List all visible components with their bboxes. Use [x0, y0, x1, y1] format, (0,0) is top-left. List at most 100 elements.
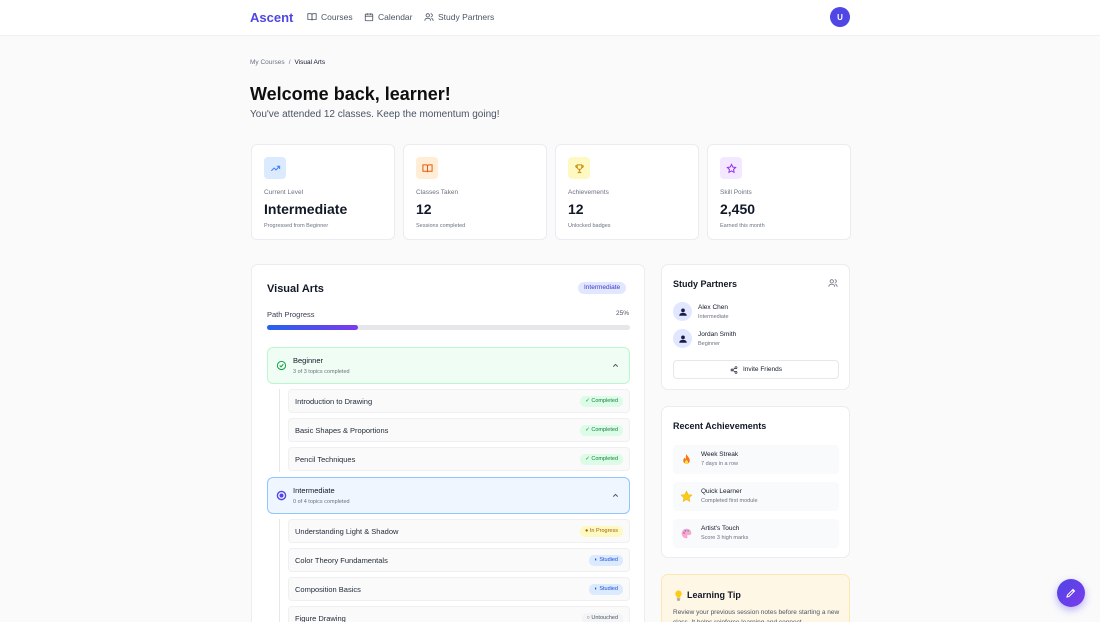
learning-tip-card: Learning Tip Review your previous sessio… [661, 574, 850, 622]
path-progress-label: Path Progress [267, 310, 315, 319]
user-icon [678, 334, 687, 343]
stat-value: 12 [416, 201, 432, 217]
achievement-item[interactable]: Artist's Touch Score 3 high marks [673, 519, 839, 548]
avatar[interactable] [673, 302, 692, 321]
achievement-name: Artist's Touch [701, 525, 740, 532]
path-progress-percent: 25% [616, 310, 630, 317]
fire-icon [683, 454, 690, 464]
level-badge: Intermediate [578, 282, 627, 294]
achievement-item[interactable]: Quick Learner Completed first module [673, 482, 839, 511]
nav-calendar-label: Calendar [378, 12, 413, 22]
calendar-icon [364, 13, 374, 22]
partner-level: Beginner [698, 341, 721, 347]
stat-value: 2,450 [720, 201, 756, 217]
topic-item[interactable]: Introduction to Drawing ✓ Completed [288, 389, 630, 413]
stat-sub: Sessions completed [416, 223, 466, 229]
topic-name: Basic Shapes & Proportions [295, 426, 389, 435]
chevron-up-icon[interactable] [611, 361, 620, 370]
avatar[interactable] [673, 329, 692, 348]
stat-label: Achievements [568, 189, 609, 196]
topic-item[interactable]: Basic Shapes & Proportions ✓ Completed [288, 418, 630, 442]
partner-name[interactable]: Jordan Smith [698, 331, 736, 338]
stat-sub: Progressed from Beginner [264, 223, 329, 229]
study-partners-card: Study Partners Alex Chen Intermediate Jo… [661, 264, 850, 390]
nav-courses[interactable]: Courses [307, 12, 353, 22]
stat-value: Intermediate [264, 201, 348, 217]
topic-rail [279, 389, 280, 472]
edit-fab-button[interactable] [1057, 579, 1085, 607]
topic-name: Pencil Techniques [295, 455, 356, 464]
trending-up-icon [270, 165, 280, 171]
stat-card-current-level: Current Level Intermediate Progressed fr… [251, 144, 395, 240]
study-partners-title: Study Partners [673, 279, 738, 289]
stat-card-classes-taken: Classes Taken 12 Sessions completed [403, 144, 547, 240]
recent-achievements-card: Recent Achievements Week Streak 7 days i… [661, 406, 850, 558]
user-avatar[interactable]: U [830, 7, 850, 27]
topic-name: Color Theory Fundamentals [295, 556, 388, 565]
topic-item[interactable]: Pencil Techniques ✓ Completed [288, 447, 630, 471]
stat-card-achievements: Achievements 12 Unlocked badges [555, 144, 699, 240]
topic-name: Introduction to Drawing [295, 397, 373, 406]
topic-name: Composition Basics [295, 585, 361, 594]
book-icon [307, 13, 317, 21]
topic-item[interactable]: Figure Drawing ○ Untouched [288, 606, 630, 622]
topic-name: Figure Drawing [295, 614, 346, 622]
stat-sub: Unlocked badges [568, 223, 611, 229]
learning-tip-text: Review your previous session notes befor… [673, 609, 840, 622]
stat-value: 12 [568, 201, 584, 217]
status-badge: ✓ Completed [580, 454, 623, 465]
partner-name[interactable]: Alex Chen [698, 304, 728, 311]
page-subtitle: You've attended 12 classes. Keep the mom… [250, 109, 500, 120]
section-intermediate[interactable]: Intermediate 0 of 4 topics completed [267, 477, 630, 514]
radio-current-icon [276, 490, 287, 501]
stat-icon-box [264, 157, 286, 179]
breadcrumb-my-courses[interactable]: My Courses [250, 59, 285, 66]
section-title: Beginner [293, 356, 324, 365]
invite-friends-button[interactable]: Invite Friends [673, 360, 839, 379]
breadcrumb-current: Visual Arts [294, 59, 326, 66]
nav-courses-label: Courses [321, 12, 353, 22]
nav-study-partners-label: Study Partners [438, 12, 495, 22]
page-title: Welcome back, learner! [250, 84, 451, 104]
chevron-up-icon[interactable] [611, 491, 620, 500]
recent-achievements-title: Recent Achievements [673, 421, 767, 431]
share-icon [730, 365, 738, 374]
status-badge: ○ Untouched [581, 613, 623, 622]
users-icon [424, 13, 434, 21]
section-beginner[interactable]: Beginner 3 of 3 topics completed [267, 347, 630, 384]
topic-item[interactable]: Composition Basics ◐ Studied [288, 577, 630, 601]
nav-study-partners[interactable]: Study Partners [424, 12, 494, 22]
users-icon[interactable] [828, 278, 838, 288]
stat-label: Current Level [264, 189, 304, 196]
achievement-name: Quick Learner [701, 488, 742, 495]
star-emoji-icon [680, 490, 693, 502]
nav-calendar[interactable]: Calendar [364, 12, 413, 22]
topic-item[interactable]: Understanding Light & Shadow ● In Progre… [288, 519, 630, 543]
path-progress-bar [267, 325, 630, 330]
palette-icon [681, 528, 692, 539]
invite-friends-label: Invite Friends [742, 366, 783, 373]
check-circle-icon [276, 360, 287, 371]
status-badge: ◐ Studied [589, 584, 623, 595]
status-badge: ◐ Studied [589, 555, 623, 566]
achievement-desc: Completed first module [701, 498, 758, 504]
pencil-icon [1066, 588, 1076, 598]
topic-rail [279, 519, 280, 622]
brand-logo[interactable]: Ascent [250, 10, 293, 25]
topic-item[interactable]: Color Theory Fundamentals ◐ Studied [288, 548, 630, 572]
stat-label: Skill Points [720, 189, 752, 196]
section-sub: 3 of 3 topics completed [293, 369, 350, 375]
lightbulb-icon [675, 590, 682, 601]
status-badge: ● In Progress [580, 526, 623, 537]
course-path-card: Visual Arts Intermediate Path Progress 2… [251, 264, 645, 622]
learning-tip-title: Learning Tip [687, 590, 741, 600]
achievement-name: Week Streak [701, 451, 739, 458]
stat-icon-box [720, 157, 742, 179]
breadcrumb: My Courses / Visual Arts [250, 59, 325, 66]
path-progress-fill [267, 325, 358, 330]
book-open-icon [421, 163, 433, 172]
stat-icon-box [416, 157, 438, 179]
partner-level: Intermediate [698, 314, 729, 320]
status-badge: ✓ Completed [580, 396, 623, 407]
achievement-item[interactable]: Week Streak 7 days in a row [673, 445, 839, 474]
